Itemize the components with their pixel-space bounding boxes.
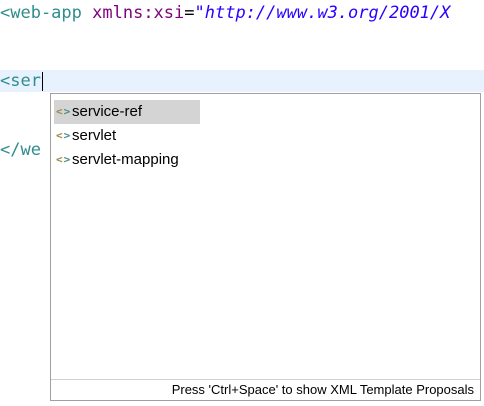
proposal-item-servlet[interactable]: <> servlet: [54, 124, 200, 148]
proposal-item-servlet-mapping[interactable]: <> servlet-mapping: [54, 148, 200, 172]
closing-tag: </we: [0, 140, 41, 160]
proposal-list[interactable]: <> service-ref <> servlet <> servlet-map…: [54, 100, 477, 172]
xml-element-icon: <>: [56, 153, 72, 166]
xml-element-icon: <>: [56, 105, 72, 118]
code-line-web-app[interactable]: <web-app xmlns:xsi="http://www.w3.org/20…: [0, 2, 450, 24]
tag-name: <web-app: [0, 3, 82, 23]
proposal-label: service-ref: [72, 103, 143, 120]
xml-element-icon: <>: [56, 129, 72, 142]
proposal-item-service-ref[interactable]: <> service-ref: [54, 100, 200, 124]
proposal-label: servlet-mapping: [72, 151, 179, 168]
text-caret: [41, 71, 43, 91]
proposal-label: servlet: [72, 127, 117, 144]
popup-status-footer: Press 'Ctrl+Space' to show XML Template …: [51, 379, 480, 400]
partial-tag: <ser: [0, 71, 41, 91]
attribute-name: xmlns:xsi: [92, 3, 185, 23]
attribute-value: "http://www.w3.org/2001/X: [194, 3, 451, 23]
content-assist-popup[interactable]: <> service-ref <> servlet <> servlet-map…: [50, 93, 481, 401]
equals-sign: =: [184, 3, 195, 23]
code-line-closing-tag[interactable]: </we: [0, 139, 41, 161]
current-line[interactable]: <ser: [0, 70, 484, 92]
